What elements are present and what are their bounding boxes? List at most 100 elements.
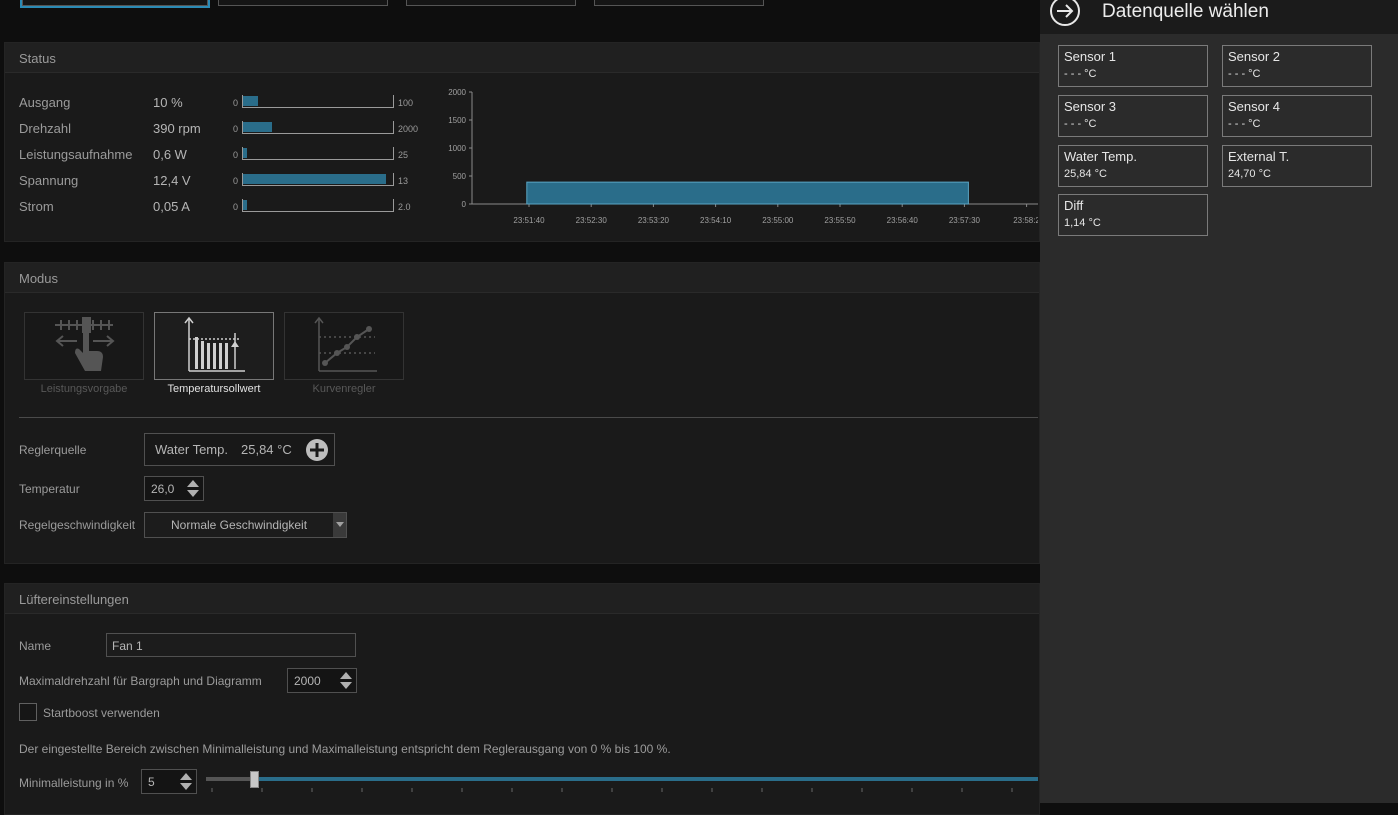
minleistung-slider[interactable]: [206, 771, 1038, 788]
chart-x-tick-label: 23:55:50: [824, 216, 856, 225]
chart-x-tick-label: 23:56:40: [887, 216, 919, 225]
source-name: Sensor 1: [1064, 49, 1117, 64]
chart-y-tick-label: 1000: [448, 144, 466, 153]
curve-graph-icon: [314, 316, 377, 372]
top-tab-1[interactable]: [20, 0, 210, 8]
modus-header: Modus: [5, 263, 1039, 293]
chart-x-tick-label: 23:51:40: [513, 216, 545, 225]
source-tile[interactable]: Sensor 1 - - - °C: [1058, 45, 1208, 87]
decrement-icon[interactable]: [180, 783, 192, 790]
decrement-icon[interactable]: [187, 490, 199, 497]
maxrpm-stepper[interactable]: 2000: [287, 668, 357, 693]
status-value: 12,4 V: [153, 173, 191, 188]
temperatur-label: Temperatur: [19, 482, 80, 496]
panel-title: Datenquelle wählen: [1102, 1, 1269, 22]
status-bar: [242, 95, 394, 108]
status-bar-fill: [243, 200, 247, 210]
bar-max: 25: [398, 150, 409, 160]
bar-min: 0: [233, 124, 239, 134]
minleistung-value: 5: [148, 775, 155, 789]
maxrpm-label: Maximaldrehzahl für Bargraph und Diagram…: [19, 674, 262, 688]
regelgeschwindigkeit-select[interactable]: Normale Geschwindigkeit: [144, 512, 347, 538]
datenquelle-panel: Datenquelle wählen Sensor 1 - - - °C Sen…: [1040, 0, 1398, 803]
source-value: 24,70 °C: [1228, 168, 1271, 180]
startboost-label: Startboost verwenden: [43, 706, 160, 720]
source-name: Sensor 4: [1228, 99, 1281, 114]
status-bar-fill: [243, 148, 247, 158]
temperatur-stepper[interactable]: 26,0: [144, 476, 204, 501]
status-bar: [242, 121, 394, 134]
temperatur-value: 26,0: [151, 482, 175, 496]
mode-kurvenregler-button[interactable]: [284, 312, 404, 380]
startboost-checkbox[interactable]: [19, 703, 37, 721]
name-input[interactable]: Fan 1: [106, 633, 356, 657]
reglerquelle-field[interactable]: Water Temp. 25,84 °C: [144, 433, 335, 466]
bar-max: 13: [398, 176, 409, 186]
top-tab-4[interactable]: [594, 0, 764, 6]
status-bar: [242, 173, 394, 186]
add-source-icon[interactable]: [305, 438, 329, 462]
mode-temperatursollwert-button[interactable]: [154, 312, 274, 380]
temperature-setpoint-icon: [184, 316, 245, 372]
bar-max: 2.0: [398, 202, 411, 212]
mode-label: Leistungsvorgabe: [40, 383, 128, 395]
name-value: Fan 1: [112, 639, 143, 653]
minleistung-stepper[interactable]: 5: [141, 769, 197, 794]
source-tile[interactable]: Diff 1,14 °C: [1058, 194, 1208, 236]
bar-max: 2000: [398, 124, 419, 134]
increment-icon[interactable]: [340, 672, 352, 679]
top-tab-3[interactable]: [406, 0, 576, 6]
regelgeschwindigkeit-value: Normale Geschwindigkeit: [171, 518, 308, 532]
source-tile[interactable]: Sensor 4 - - - °C: [1222, 95, 1372, 137]
source-tile[interactable]: External T. 24,70 °C: [1222, 145, 1372, 187]
chevron-down-icon: [336, 522, 344, 527]
modus-title: Modus: [19, 271, 59, 286]
source-value: - - - °C: [1228, 68, 1261, 80]
chart-series-area: [526, 181, 969, 205]
increment-icon[interactable]: [180, 773, 192, 780]
status-bar-fill: [243, 174, 386, 184]
increment-icon[interactable]: [187, 480, 199, 487]
reglerquelle-label: Reglerquelle: [19, 443, 87, 457]
chart-y-tick-label: 1500: [448, 116, 466, 125]
panel-header: Datenquelle wählen: [1040, 0, 1398, 34]
status-bar-fill: [243, 96, 258, 106]
status-label: Strom: [19, 199, 54, 214]
status-label: Drehzahl: [19, 121, 72, 136]
mode-leistungsvorgabe-button[interactable]: [24, 312, 144, 380]
slider-ticks: [211, 788, 1013, 792]
reglerquelle-value: 25,84 °C: [241, 442, 292, 457]
luefter-header: Lüftereinstellungen: [5, 584, 1039, 614]
source-value: - - - °C: [1064, 118, 1097, 130]
rpm-chart: 2000 1500 1000 500 0 23:51:40 23:52:30 23:53:2…: [448, 88, 1038, 225]
status-bar: [242, 199, 394, 212]
source-tile[interactable]: Sensor 3 - - - °C: [1058, 95, 1208, 137]
minleistung-label: Minimalleistung in %: [19, 776, 129, 790]
status-bar: [242, 147, 394, 160]
chart-x-tick-label: 23:54:10: [700, 216, 732, 225]
chart-y-tick-label: 2000: [448, 88, 466, 97]
source-value: - - - °C: [1064, 68, 1097, 80]
source-name: Water Temp.: [1064, 149, 1137, 164]
mode-label: Temperatursollwert: [167, 383, 261, 395]
bar-max: 100: [398, 98, 414, 108]
status-label: Ausgang: [19, 95, 71, 110]
status-value: 0,05 A: [153, 199, 190, 214]
bar-min: 0: [233, 176, 239, 186]
status-bar-fill: [243, 122, 272, 132]
dropdown-arrow[interactable]: [333, 513, 346, 537]
decrement-icon[interactable]: [340, 682, 352, 689]
arrow-right-circle-icon[interactable]: [1049, 0, 1081, 29]
source-tile[interactable]: Water Temp. 25,84 °C: [1058, 145, 1208, 187]
source-value: - - - °C: [1228, 118, 1261, 130]
status-label: Leistungsaufnahme: [19, 147, 133, 162]
slider-thumb[interactable]: [250, 771, 259, 788]
reglerquelle-name: Water Temp.: [155, 442, 228, 457]
source-name: Diff: [1064, 198, 1084, 213]
source-tile[interactable]: Sensor 2 - - - °C: [1222, 45, 1372, 87]
top-tab-2[interactable]: [218, 0, 388, 6]
chart-x-tick-label: 23:57:30: [949, 216, 981, 225]
touch-slider-icon: [55, 317, 115, 371]
source-name: Sensor 2: [1228, 49, 1281, 64]
status-value: 10 %: [153, 95, 183, 110]
